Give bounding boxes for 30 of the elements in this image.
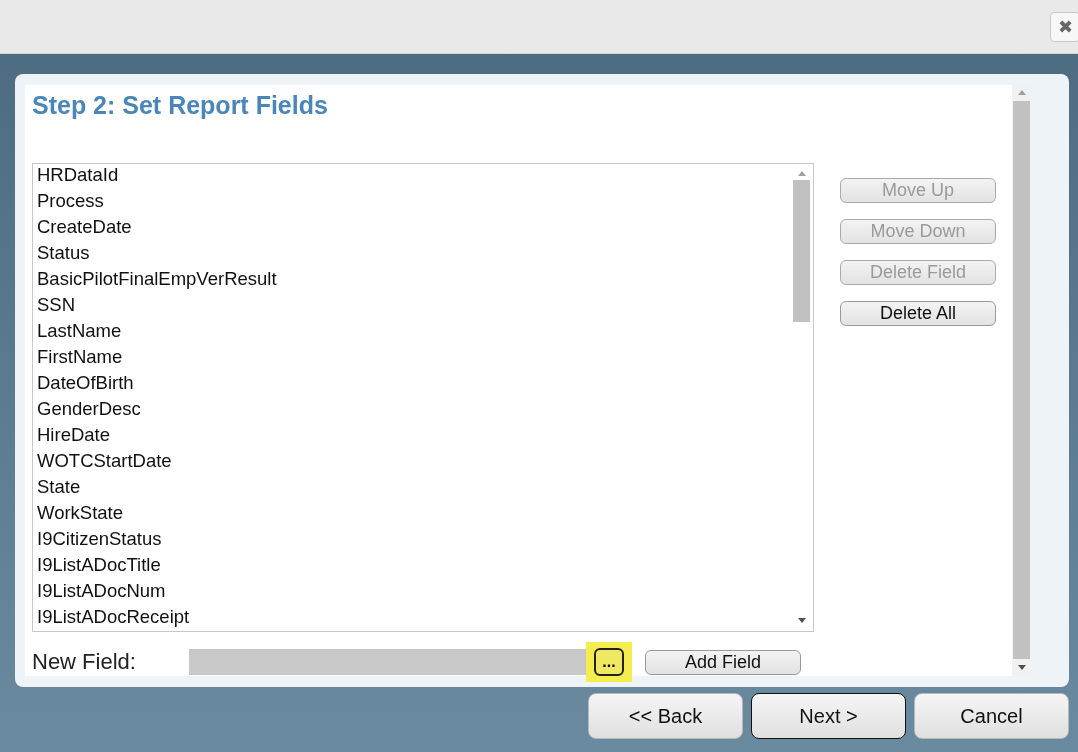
browse-button[interactable]: ... [594, 648, 624, 676]
list-item[interactable]: I9ListADocReceipt [37, 606, 792, 632]
list-item[interactable]: BasicPilotFinalEmpVerResult [37, 268, 792, 294]
list-item[interactable]: WOTCStartDate [37, 450, 792, 476]
nav-button[interactable]: Next > [751, 693, 906, 739]
list-item[interactable]: HRDataId [37, 164, 792, 190]
nav-button[interactable]: << Back [588, 693, 743, 739]
fields-listbox[interactable] [32, 163, 814, 632]
list-item[interactable]: WorkState [37, 502, 792, 528]
list-item[interactable]: FirstName [37, 346, 792, 372]
add-field-button[interactable]: Add Field [645, 649, 801, 675]
new-field-label: New Field: [32, 649, 137, 675]
list-item[interactable]: GenderDesc [37, 398, 792, 424]
list-item[interactable]: I9CitizenStatus [37, 528, 792, 554]
new-field-input[interactable] [189, 649, 586, 675]
list-item[interactable]: LastName [37, 320, 792, 346]
nav-button[interactable]: Cancel [914, 693, 1069, 739]
list-item[interactable]: Status [37, 242, 792, 268]
scrollbar[interactable] [1012, 85, 1031, 676]
step-title: Step 2: Set Report Fields [32, 91, 329, 121]
list-item[interactable]: I9ListADocNum [37, 580, 792, 606]
close-button[interactable]: ✖ [1050, 11, 1078, 42]
list-item[interactable]: DateOfBirth [37, 372, 792, 398]
list-item[interactable]: State [37, 476, 792, 502]
side-button[interactable]: Delete All [840, 301, 996, 326]
list-item[interactable]: CreateDate [37, 216, 792, 242]
list-item[interactable]: SSN [37, 294, 792, 320]
list-item[interactable]: HireDate [37, 424, 792, 450]
list-item[interactable]: I9ListADocTitle [37, 554, 792, 580]
list-item[interactable]: Process [37, 190, 792, 216]
